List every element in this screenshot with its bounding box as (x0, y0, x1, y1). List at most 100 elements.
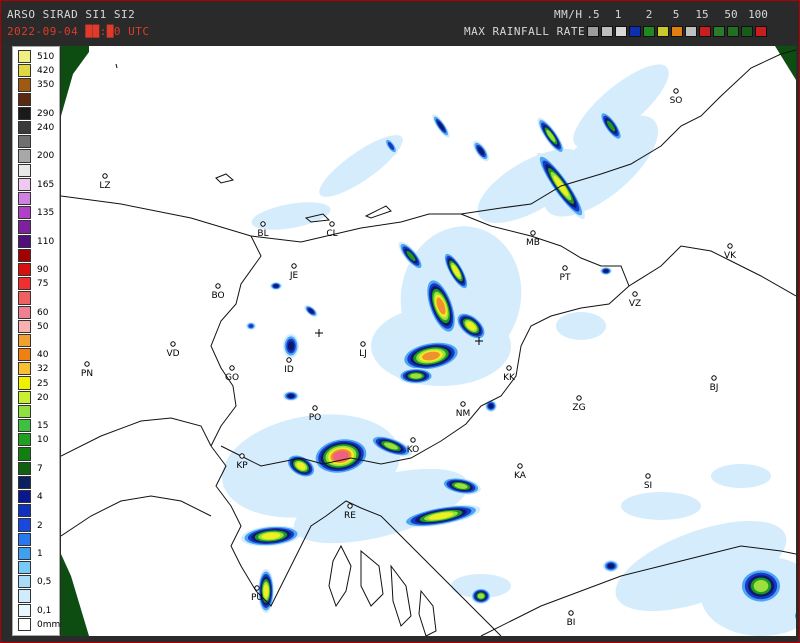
legend-swatch (18, 120, 31, 135)
city-code: ZG (572, 403, 585, 413)
legend-label: 510 (37, 52, 55, 63)
city-dot (727, 243, 733, 249)
city-code: BL (257, 229, 268, 239)
rate-label: MAX RAINFALL RATE (464, 25, 586, 38)
intensity-legend: 510 420 350 290 240 200 165 135 110 90 75 60 50 40 32 2… (12, 46, 60, 636)
legend-swatch (18, 390, 31, 404)
city-code: GO (225, 373, 239, 383)
rain-cell (287, 341, 295, 351)
legend-swatch (18, 603, 31, 617)
legend-swatch (18, 461, 31, 475)
legend-label: 420 (37, 66, 55, 77)
legend-swatch (18, 617, 31, 631)
legend-entry (15, 561, 59, 575)
rate-swatch (643, 26, 655, 37)
legend-swatch (18, 333, 31, 348)
city-code: BI (567, 618, 576, 628)
legend-entry: 10 (15, 433, 59, 447)
city-code: SI (644, 481, 652, 491)
legend-entry: 40 (15, 348, 59, 362)
legend-swatch (18, 305, 31, 319)
legend-swatch (18, 376, 31, 390)
corner-mask (61, 46, 89, 116)
city-code: PT (560, 273, 571, 283)
legend-label: 20 (37, 392, 49, 403)
legend-swatch (18, 177, 31, 191)
city-code: VD (166, 349, 179, 359)
legend-swatch (18, 319, 31, 333)
rate-level-label: 50 (724, 8, 738, 21)
legend-swatch (18, 504, 31, 518)
legend-entry (15, 248, 59, 263)
legend-entry: 25 (15, 376, 59, 390)
legend-entry (15, 291, 59, 305)
legend-swatch (18, 106, 31, 120)
rate-swatch (657, 26, 669, 37)
rain-cell (603, 269, 609, 273)
city-code: KK (503, 373, 516, 383)
legend-entry (15, 532, 59, 547)
legend-label: 4 (37, 492, 43, 503)
city-dot (239, 453, 245, 459)
city-dot (102, 173, 108, 179)
legend-label: 15 (37, 421, 49, 432)
legend-entry (15, 504, 59, 518)
city-marker: NM (456, 401, 470, 419)
legend-entry: 4 (15, 490, 59, 504)
rate-level-label: 100 (748, 8, 768, 21)
legend-swatch (18, 433, 31, 447)
city-marker: GO (225, 365, 239, 383)
rate-swatch (699, 26, 711, 37)
rate-swatch (727, 26, 739, 37)
legend-swatch (18, 475, 31, 490)
legend-label: 50 (37, 321, 49, 332)
legend-swatch (18, 50, 31, 64)
legend-entry: 200 (15, 149, 59, 163)
city-code: PO (309, 413, 322, 423)
legend-entry (15, 220, 59, 234)
city-marker: PT (560, 265, 571, 283)
legend-entry: 20 (15, 390, 59, 405)
unit-label: MM/H (554, 8, 583, 21)
legend-label: 7 (37, 463, 43, 474)
city-code: BJ (710, 383, 719, 393)
legend-label: 1 (37, 548, 43, 559)
legend-swatch (18, 220, 31, 234)
city-code: KA (514, 471, 527, 481)
legend-swatch (18, 362, 31, 376)
city-marker: VZ (629, 291, 641, 309)
rain-cell (263, 584, 269, 598)
legend-entry (15, 475, 59, 490)
city-code: PN (81, 369, 93, 379)
city-marker: KA (514, 463, 527, 481)
legend-swatch (18, 248, 31, 262)
city-marker: SO (670, 88, 682, 106)
rate-level-label: 2 (645, 8, 653, 21)
city-dot (229, 365, 235, 371)
rate-level-label: 1 (614, 8, 622, 21)
city-marker: PO (309, 405, 322, 423)
legend-entry: 7 (15, 461, 59, 476)
city-marker: VD (166, 341, 180, 359)
city-dot (254, 585, 260, 591)
city-marker: LZ (99, 173, 111, 191)
legend-entry: 0mm (15, 617, 60, 632)
city-code: KP (236, 461, 248, 471)
rain-cell (287, 394, 295, 398)
city-dot (215, 283, 221, 289)
city-dot (568, 610, 574, 616)
timestamp: 2022-09-04 ██:█0 UTC (7, 25, 150, 38)
legend-entry: 1 (15, 546, 59, 561)
legend-entry: 290 (15, 106, 59, 121)
city-code: KO (407, 445, 420, 455)
legend-swatch (18, 447, 31, 461)
city-code: CL (326, 229, 337, 239)
legend-entry: 2 (15, 518, 59, 532)
legend-swatch (18, 348, 31, 362)
rate-swatch (741, 26, 753, 37)
city-dot (347, 503, 353, 509)
rain-cell (410, 373, 422, 379)
city-dot (517, 463, 523, 469)
legend-swatch (18, 490, 31, 504)
rain-cell (711, 464, 771, 488)
